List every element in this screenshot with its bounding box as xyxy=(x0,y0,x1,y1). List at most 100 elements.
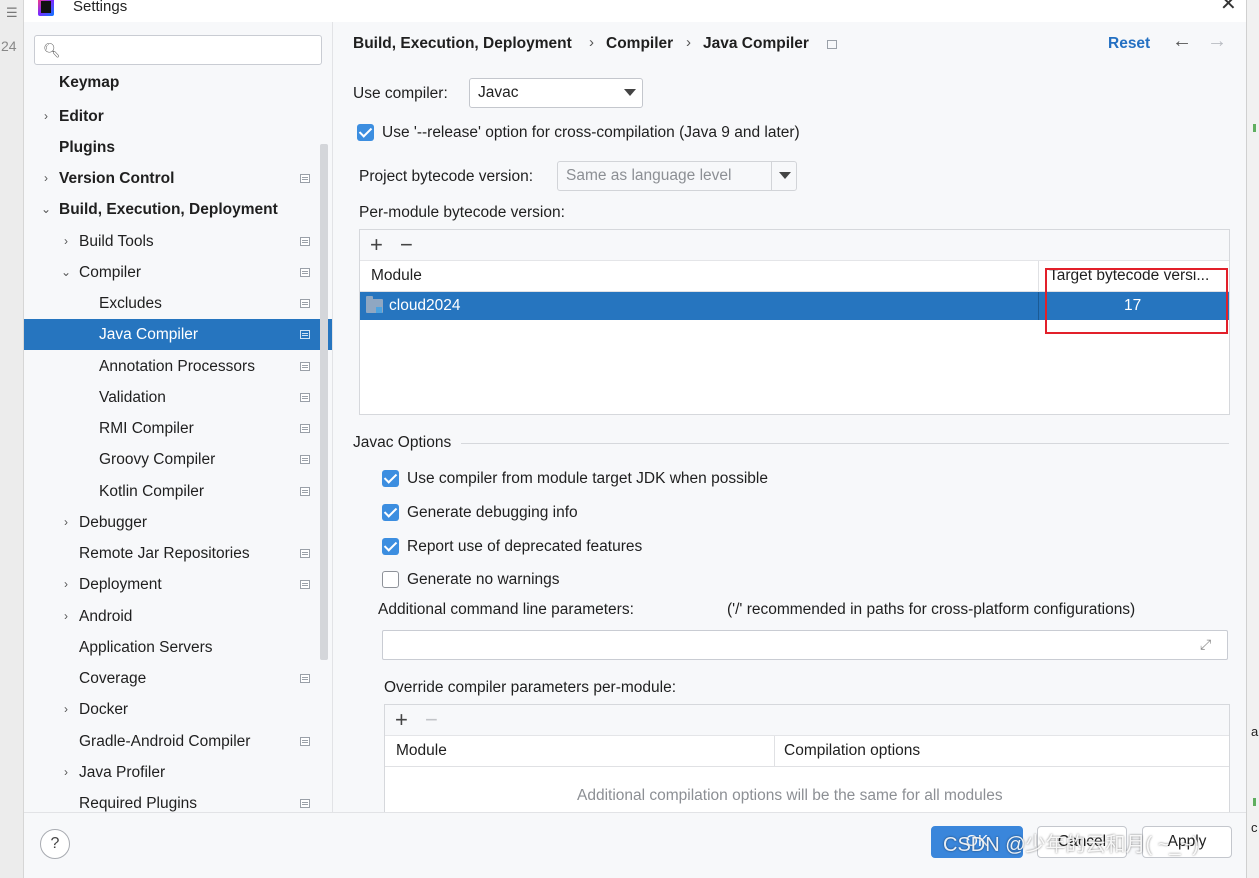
chevron-right-icon[interactable]: › xyxy=(59,507,73,538)
sidebar-item-label: Android xyxy=(79,608,133,625)
table-toolbar: + − xyxy=(385,705,1229,736)
sidebar-item-docker[interactable]: › Docker xyxy=(24,694,332,725)
chevron-down-icon[interactable]: ⌄ xyxy=(59,257,73,288)
sidebar-item-label: Validation xyxy=(99,389,166,406)
sidebar-item-application-servers[interactable]: Application Servers xyxy=(24,632,332,663)
generate-no-warnings-label: Generate no warnings xyxy=(407,571,560,588)
sidebar-item-label: RMI Compiler xyxy=(99,420,194,437)
expand-icon[interactable]: ⤢ xyxy=(1200,636,1211,653)
dropdown-arrow-icon xyxy=(779,172,791,179)
project-settings-icon xyxy=(300,799,310,808)
sidebar-item-android[interactable]: › Android xyxy=(24,601,332,632)
report-deprecated-checkbox[interactable] xyxy=(382,538,399,555)
sidebar-item-label: Build Tools xyxy=(79,233,154,250)
search-input[interactable] xyxy=(65,39,315,61)
sidebar-item-label: Build, Execution, Deployment xyxy=(59,201,278,218)
column-separator[interactable] xyxy=(774,736,775,767)
sidebar-item-label: Application Servers xyxy=(79,639,213,656)
window-title: Settings xyxy=(73,0,128,15)
chevron-right-icon[interactable]: › xyxy=(59,601,73,632)
use-compiler-value: Javac xyxy=(478,84,519,101)
additional-params-hint: ('/' recommended in paths for cross-plat… xyxy=(727,601,1136,618)
chevron-right-icon[interactable]: › xyxy=(39,101,53,132)
column-header-module[interactable]: Module xyxy=(371,267,422,285)
use-compiler-select[interactable]: Javac xyxy=(469,78,643,108)
sidebar-scrollbar[interactable] xyxy=(320,144,328,660)
sidebar-item-validation[interactable]: Validation xyxy=(24,382,332,413)
chevron-down-icon[interactable]: ⌄ xyxy=(39,194,53,225)
back-arrow-icon[interactable]: ← xyxy=(1172,30,1192,53)
help-icon[interactable]: ? xyxy=(40,829,70,859)
generate-debugging-info-checkbox[interactable] xyxy=(382,504,399,521)
use-module-target-jdk-checkbox[interactable] xyxy=(382,470,399,487)
release-option-checkbox[interactable] xyxy=(357,124,374,141)
chevron-right-icon[interactable]: › xyxy=(59,694,73,725)
settings-search[interactable]: 🔍︎ xyxy=(34,35,322,65)
reset-link[interactable]: Reset xyxy=(1108,35,1150,53)
generate-no-warnings-checkbox[interactable] xyxy=(382,571,399,588)
generate-debugging-info-label: Generate debugging info xyxy=(407,504,578,521)
chevron-right-icon[interactable]: › xyxy=(39,163,53,194)
sidebar-item-annotation-processors[interactable]: Annotation Processors xyxy=(24,351,332,382)
sidebar-item-debugger[interactable]: › Debugger xyxy=(24,507,332,538)
sidebar-item-label: Editor xyxy=(59,108,104,125)
add-icon[interactable]: + xyxy=(395,707,408,733)
sidebar-item-deployment[interactable]: › Deployment xyxy=(24,569,332,600)
sidebar-item-gradle-android-compiler[interactable]: Gradle-Android Compiler xyxy=(24,726,332,757)
ok-button[interactable]: OK xyxy=(931,826,1023,858)
add-icon[interactable]: + xyxy=(370,232,383,258)
title-bar: Settings ✕ xyxy=(24,0,1246,22)
remove-icon[interactable]: − xyxy=(400,232,413,258)
use-compiler-label: Use compiler: xyxy=(353,85,448,102)
sidebar-item-build-tools[interactable]: › Build Tools xyxy=(24,226,332,257)
table-header: Module Compilation options xyxy=(385,736,1229,767)
settings-sidebar: 🔍︎ Keymap › Editor Plugins › Version Con… xyxy=(24,22,332,812)
sidebar-item-rmi-compiler[interactable]: RMI Compiler xyxy=(24,413,332,444)
forward-arrow-icon[interactable]: → xyxy=(1207,30,1227,53)
remove-icon[interactable]: − xyxy=(425,707,438,733)
sidebar-item-groovy-compiler[interactable]: Groovy Compiler xyxy=(24,444,332,475)
sidebar-item-plugins[interactable]: Plugins xyxy=(24,132,332,163)
search-icon: 🔍︎ xyxy=(43,42,61,58)
sidebar-item-label: Keymap xyxy=(59,74,120,91)
sidebar-item-remote-jar-repositories[interactable]: Remote Jar Repositories xyxy=(24,538,332,569)
project-settings-icon xyxy=(300,174,310,183)
additional-params-field[interactable]: ⤢ xyxy=(382,630,1228,660)
sidebar-item-version-control[interactable]: › Version Control xyxy=(24,163,332,194)
chevron-right-icon[interactable]: › xyxy=(59,226,73,257)
sidebar-item-coverage[interactable]: Coverage xyxy=(24,663,332,694)
project-bytecode-value: Same as language level xyxy=(566,167,732,184)
sidebar-item-build-execution-deployment[interactable]: ⌄ Build, Execution, Deployment xyxy=(24,194,332,225)
sidebar-item-label: Gradle-Android Compiler xyxy=(79,733,251,750)
column-separator[interactable] xyxy=(1038,261,1039,292)
project-settings-icon xyxy=(300,330,310,339)
chevron-right-icon[interactable]: › xyxy=(59,757,73,788)
sidebar-item-label: Kotlin Compiler xyxy=(99,483,205,500)
sidebar-item-excludes[interactable]: Excludes xyxy=(24,288,332,319)
project-settings-icon xyxy=(827,40,837,49)
cancel-button[interactable]: Cancel xyxy=(1037,826,1127,858)
project-bytecode-select[interactable]: Same as language level xyxy=(557,161,797,191)
override-params-table: + − Module Compilation options Additiona… xyxy=(384,704,1230,812)
sidebar-item-java-profiler[interactable]: › Java Profiler xyxy=(24,757,332,788)
sidebar-item-label: Compiler xyxy=(79,264,142,281)
chevron-right-icon[interactable]: › xyxy=(59,569,73,600)
sidebar-item-kotlin-compiler[interactable]: Kotlin Compiler xyxy=(24,476,332,507)
close-icon[interactable]: ✕ xyxy=(1220,0,1237,14)
section-separator xyxy=(461,443,1229,444)
combo-split xyxy=(771,162,772,190)
column-header-module[interactable]: Module xyxy=(396,742,447,760)
sidebar-item-editor[interactable]: › Editor xyxy=(24,101,332,132)
breadcrumb-build-execution-deployment[interactable]: Build, Execution, Deployment xyxy=(353,35,572,53)
column-header-compilation-options[interactable]: Compilation options xyxy=(784,742,920,760)
breadcrumb-java-compiler: Java Compiler xyxy=(703,35,809,52)
sidebar-item-keymap[interactable]: Keymap xyxy=(24,67,332,98)
sidebar-item-required-plugins[interactable]: Required Plugins xyxy=(24,788,332,812)
apply-button[interactable]: Apply xyxy=(1142,826,1232,858)
intellij-logo-icon xyxy=(38,0,54,16)
module-name-cell[interactable]: cloud2024 xyxy=(389,297,461,315)
sidebar-item-compiler[interactable]: ⌄ Compiler xyxy=(24,257,332,288)
sidebar-item-label: Java Compiler xyxy=(99,326,199,343)
sidebar-item-java-compiler[interactable]: Java Compiler xyxy=(24,319,332,350)
breadcrumb-compiler[interactable]: Compiler xyxy=(606,35,673,53)
